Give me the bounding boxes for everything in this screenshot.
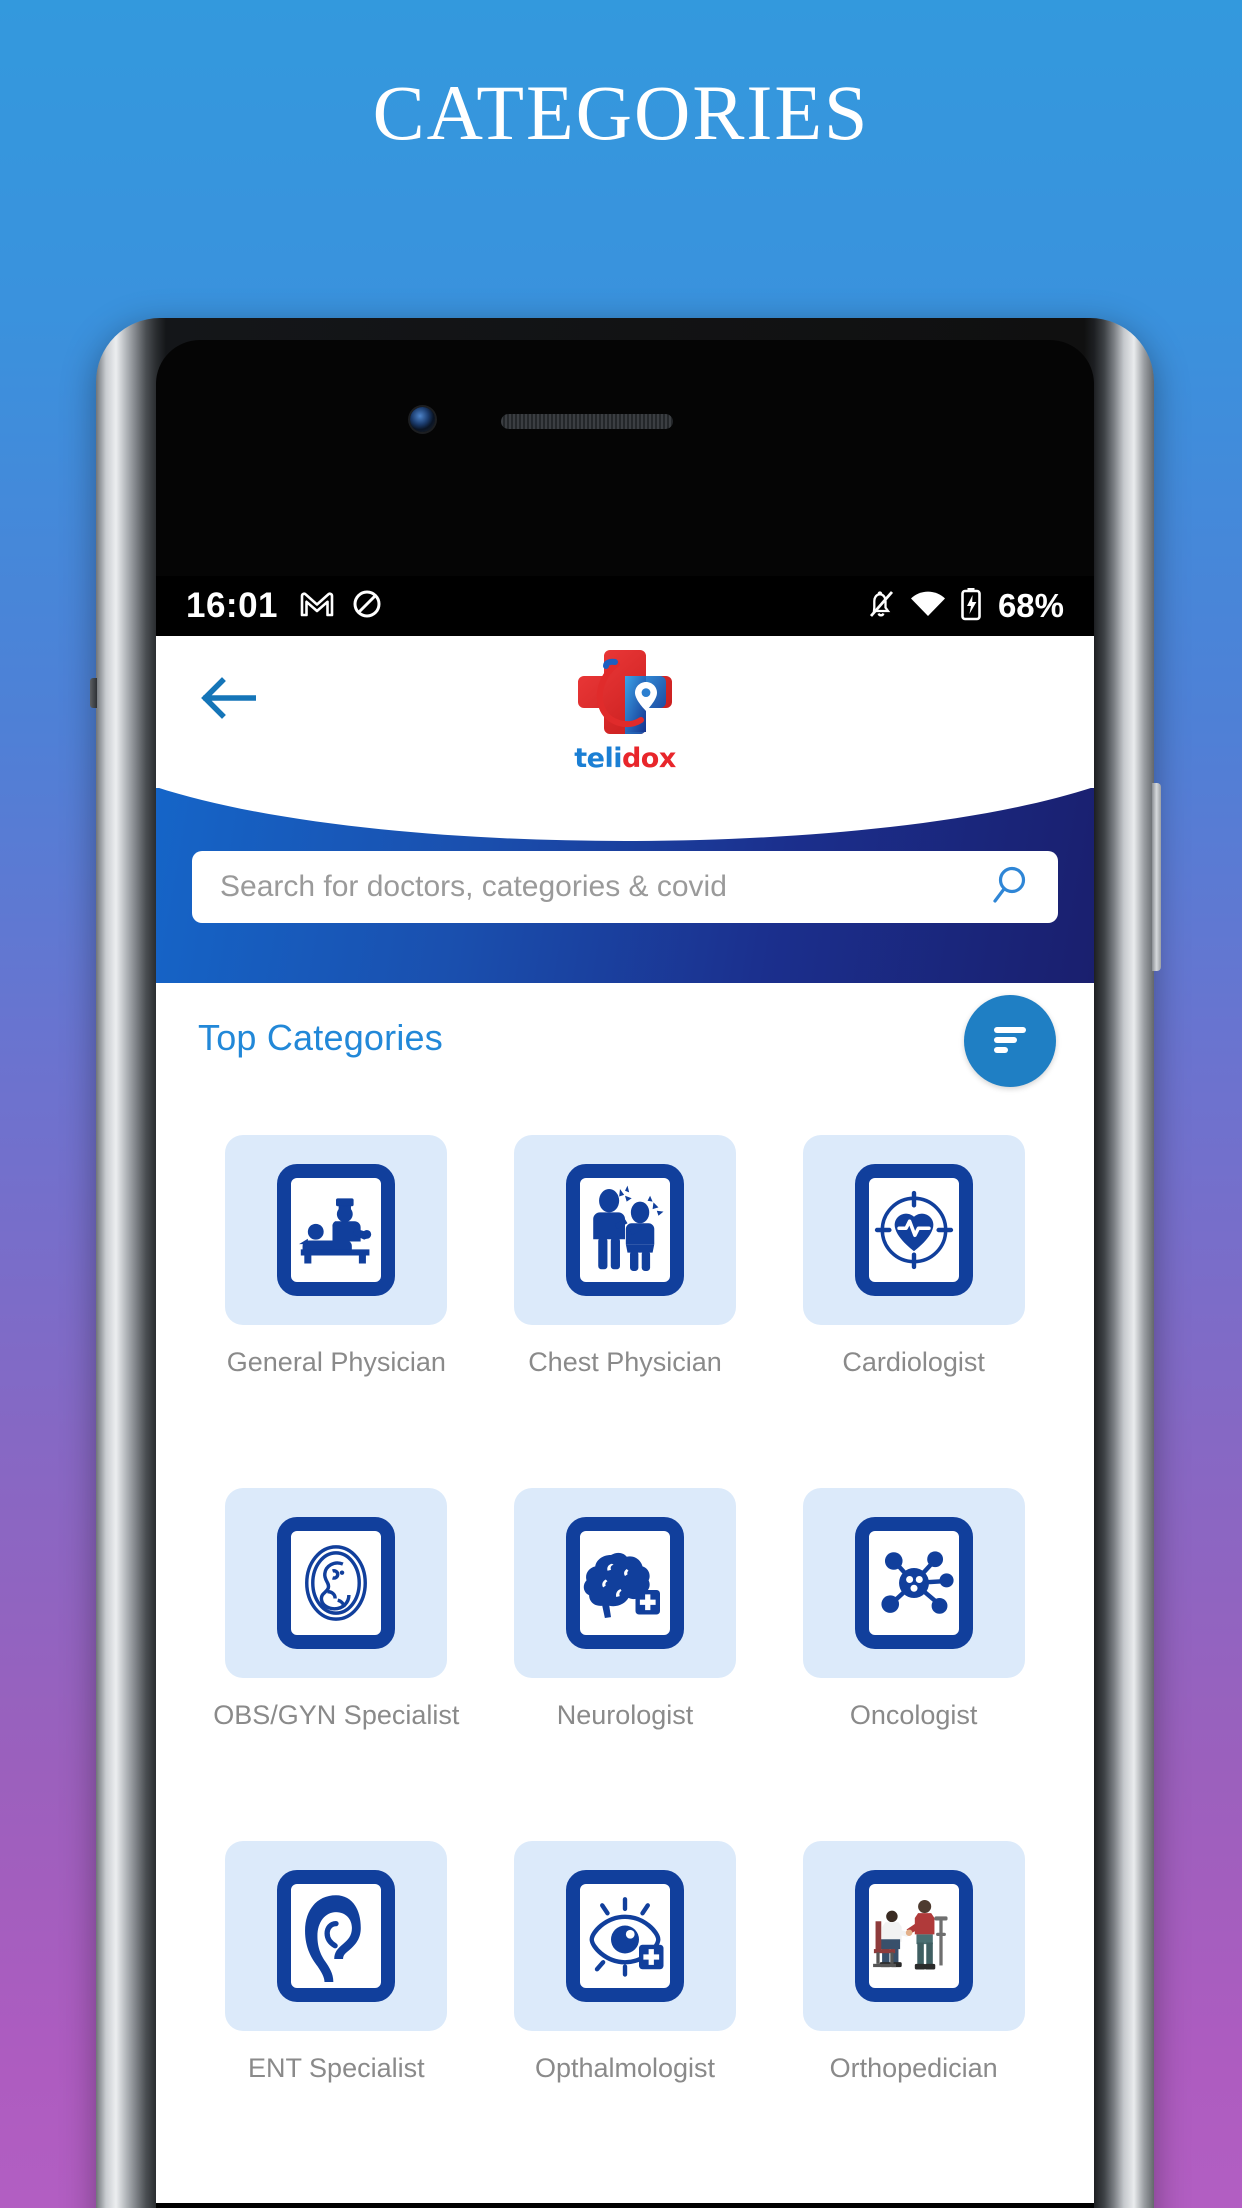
category-item[interactable]: General Physician [192, 1135, 481, 1378]
cancer-cell-icon [854, 1517, 973, 1649]
gmail-icon [300, 591, 334, 622]
status-clock: 16:01 [186, 586, 279, 625]
eye-cross-icon [565, 1870, 684, 2002]
category-label: Opthalmologist [534, 2053, 716, 2083]
doctor-examining-patient-icon [277, 1164, 396, 1296]
category-item[interactable]: ENT Specialist [192, 1841, 481, 2084]
category-item[interactable]: Opthalmologist [481, 1841, 770, 2084]
category-label: General Physician [226, 1347, 446, 1377]
power-button[interactable] [1152, 783, 1161, 971]
category-label: Neurologist [556, 1700, 694, 1730]
category-card[interactable] [513, 1488, 736, 1678]
search-bar[interactable] [192, 851, 1058, 923]
category-label: ENT Specialist [248, 2053, 425, 2083]
fetus-womb-icon [277, 1517, 396, 1649]
notifications-off-icon [866, 588, 896, 625]
status-bar: 16:01 68% [156, 576, 1094, 636]
category-label: Cardiologist [842, 1347, 985, 1377]
brand-name: telidox [156, 743, 1094, 774]
category-card[interactable] [225, 1135, 448, 1325]
category-label: Orthopedician [829, 2053, 998, 2083]
category-item[interactable]: Orthopedician [769, 1841, 1058, 2084]
brand-block: telidox [156, 642, 1094, 774]
category-item[interactable]: OBS/GYN Specialist [192, 1488, 481, 1731]
category-label: Chest Physician [528, 1347, 722, 1377]
search-band [156, 787, 1094, 983]
telidox-logo-icon [571, 642, 679, 747]
category-label: Oncologist [849, 1700, 978, 1730]
filter-button[interactable] [964, 995, 1056, 1087]
brand-name-part1: teli [574, 743, 622, 774]
wifi-icon [910, 590, 946, 623]
brand-name-part2: dox [621, 743, 676, 774]
app-header: telidox [156, 636, 1094, 788]
categories-grid: General Physician Chest Physician Cardio… [156, 1101, 1094, 2084]
category-card[interactable] [802, 1488, 1025, 1678]
category-item[interactable]: Oncologist [769, 1488, 1058, 1731]
orthopedic-patient-crutches-icon [854, 1870, 973, 2002]
battery-percent-label: 68% [997, 587, 1064, 624]
earpiece-speaker [501, 414, 673, 429]
category-card[interactable] [225, 1841, 448, 2031]
categories-content: Top Categories General Physician Chest P… [156, 983, 1094, 2203]
band-curve-decoration [156, 787, 1094, 841]
heart-target-icon [854, 1164, 973, 1296]
section-title: Top Categories [198, 1017, 443, 1058]
volume-button[interactable] [90, 678, 97, 708]
category-label: OBS/GYN Specialist [213, 1700, 460, 1730]
category-item[interactable]: Neurologist [481, 1488, 770, 1731]
sort-filter-icon [989, 1022, 1031, 1061]
brain-cross-icon [565, 1517, 684, 1649]
category-card[interactable] [225, 1488, 448, 1678]
coughing-people-icon [565, 1164, 684, 1296]
category-card[interactable] [513, 1135, 736, 1325]
search-icon[interactable] [988, 863, 1032, 912]
front-camera-icon [410, 407, 435, 432]
category-item[interactable]: Cardiologist [769, 1135, 1058, 1378]
category-card[interactable] [513, 1841, 736, 2031]
promo-poster: CATEGORIES 16:01 68% telidox Search for … [0, 0, 1242, 2208]
category-item[interactable]: Chest Physician [481, 1135, 770, 1378]
android-nav-bar [156, 2203, 1094, 2208]
phone-screen: 16:01 68% telidox Search for doctors, ca… [156, 576, 1094, 2203]
battery-charging-icon [960, 587, 982, 626]
category-card[interactable] [802, 1135, 1025, 1325]
section-header: Top Categories [156, 983, 1094, 1101]
phone-device-frame: 16:01 68% telidox Search for doctors, ca… [90, 318, 1161, 2208]
ear-icon [277, 1870, 396, 2002]
category-card[interactable] [802, 1841, 1025, 2031]
page-title: CATEGORIES [372, 69, 870, 156]
do-not-disturb-icon [352, 589, 382, 624]
search-input[interactable] [218, 869, 988, 905]
